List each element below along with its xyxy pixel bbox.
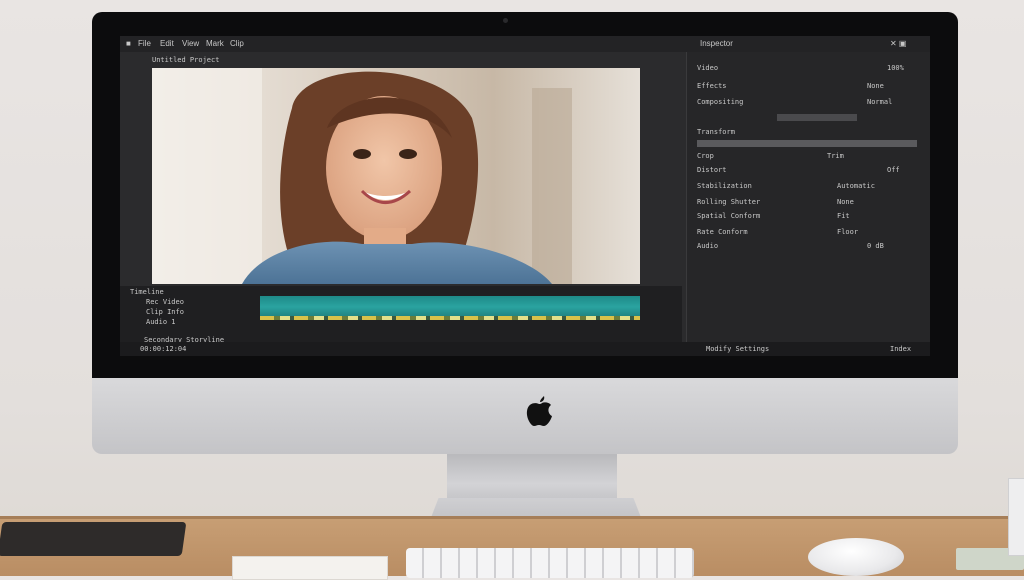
webcam-icon bbox=[503, 18, 508, 23]
inspector-value[interactable]: Normal bbox=[867, 98, 892, 106]
inspector-label: Effects bbox=[697, 82, 727, 90]
timeline-label: Timeline bbox=[130, 288, 164, 296]
paper-sheet bbox=[232, 556, 388, 580]
timeline-row-label: Rec Video bbox=[146, 298, 184, 306]
inspector-label: Stabilization bbox=[697, 182, 752, 190]
inspector-value[interactable]: None bbox=[867, 82, 884, 90]
inspector-label: Audio bbox=[697, 242, 719, 250]
timeline-row-label: Audio 1 bbox=[146, 318, 176, 326]
compositing-slider[interactable] bbox=[777, 114, 857, 121]
inspector-status[interactable]: Modify Settings bbox=[706, 345, 769, 353]
inspector-value[interactable]: 0 dB bbox=[867, 242, 884, 250]
inspector-value[interactable]: Automatic bbox=[837, 182, 875, 190]
tablet-device bbox=[0, 522, 187, 556]
mouse bbox=[808, 538, 904, 576]
monitor-stand bbox=[447, 454, 617, 504]
timeline-row-label: Clip Info bbox=[146, 308, 184, 316]
video-preview[interactable] bbox=[152, 68, 640, 284]
inspector-value[interactable]: 100% bbox=[887, 64, 904, 72]
inspector-label: Spatial Conform bbox=[697, 212, 761, 220]
menu-item-edit[interactable]: Edit bbox=[160, 36, 174, 52]
inspector-panel[interactable]: Video 100% Effects None Compositing Normal … bbox=[686, 52, 930, 342]
audio-waveform-track[interactable] bbox=[260, 316, 640, 320]
inspector-label: Transform bbox=[697, 128, 735, 136]
inspector-value[interactable]: Trim bbox=[827, 152, 844, 160]
menu-item-mark[interactable]: Mark bbox=[206, 36, 224, 52]
menu-item-file[interactable]: File bbox=[138, 36, 151, 52]
timeline-panel[interactable]: Timeline Rec Video Clip Info Audio 1 bbox=[120, 286, 682, 342]
preview-frame-image bbox=[152, 68, 640, 284]
app-icon[interactable]: ■ bbox=[126, 36, 131, 52]
video-editor-screen: ■ File Edit View Mark Clip Inspector ✕ ▣… bbox=[120, 36, 930, 356]
window-controls-icon[interactable]: ✕ ▣ bbox=[890, 36, 906, 52]
inspector-label: Crop bbox=[697, 152, 714, 160]
inspector-label: Compositing bbox=[697, 98, 744, 106]
inspector-value[interactable]: Fit bbox=[837, 212, 850, 220]
inspector-label: Rate Conform bbox=[697, 228, 748, 236]
menu-item-view[interactable]: View bbox=[182, 36, 199, 52]
index-button[interactable]: Index bbox=[890, 345, 911, 353]
menu-bar: ■ File Edit View Mark Clip Inspector ✕ ▣ bbox=[120, 36, 930, 52]
timecode: 00:00:12:04 bbox=[140, 345, 187, 353]
menu-item-clip[interactable]: Clip bbox=[230, 36, 244, 52]
inspector-title: Inspector bbox=[700, 39, 733, 48]
project-label: Untitled Project bbox=[152, 56, 220, 64]
inspector-label: Video bbox=[697, 64, 719, 72]
desk-edge bbox=[0, 516, 1024, 519]
inspector-value[interactable]: Off bbox=[887, 166, 900, 174]
inspector-value[interactable]: Floor bbox=[837, 228, 858, 236]
transform-slider[interactable] bbox=[697, 140, 917, 147]
inspector-value[interactable]: None bbox=[837, 198, 854, 206]
keyboard bbox=[406, 548, 694, 578]
inspector-label: Distort bbox=[697, 166, 727, 174]
pencil-cup bbox=[1008, 478, 1024, 556]
status-bar: 00:00:12:04 Modify Settings Index bbox=[120, 342, 930, 356]
inspector-label: Rolling Shutter bbox=[697, 198, 761, 206]
apple-logo-icon bbox=[526, 396, 552, 426]
